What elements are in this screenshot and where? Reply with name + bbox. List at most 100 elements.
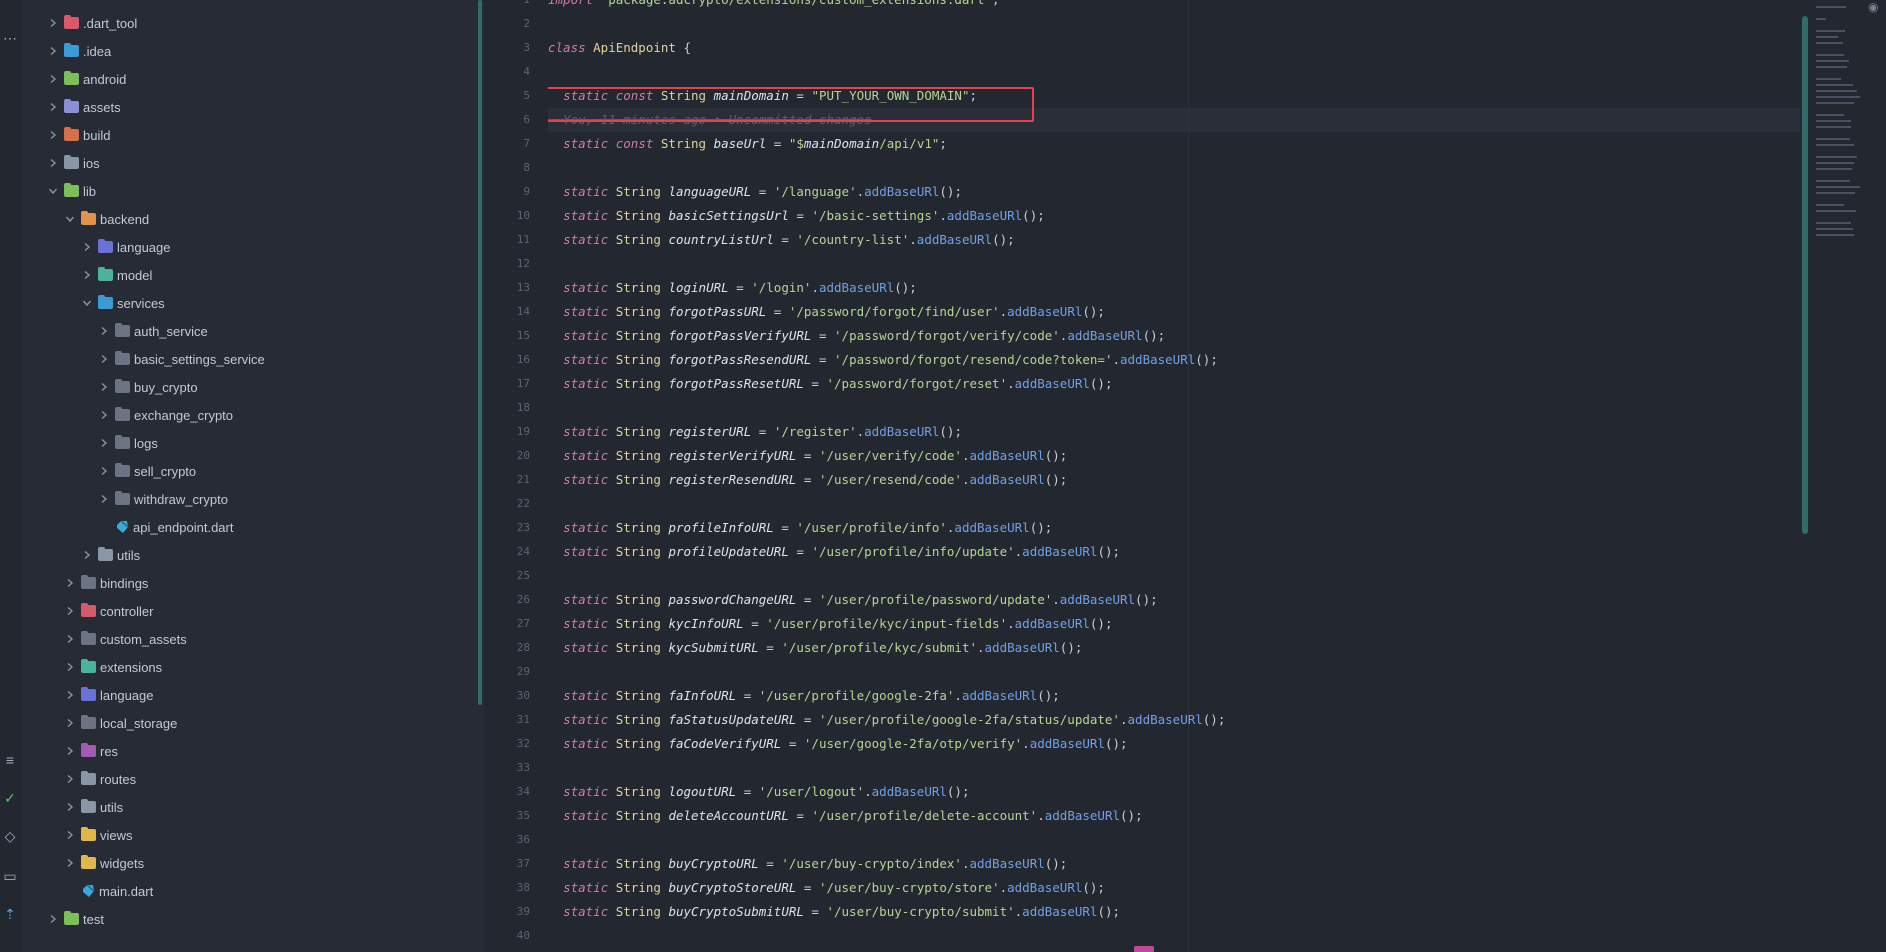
code-line[interactable]: static String forgotPassURL = '/password… (548, 300, 1105, 324)
tree-item[interactable]: extensions (63, 653, 162, 681)
chevron-right-icon[interactable] (97, 324, 111, 338)
tree-item[interactable]: .idea (46, 37, 111, 65)
gem-icon[interactable]: ◇ (2, 828, 18, 844)
chevron-right-icon[interactable] (63, 744, 77, 758)
tree-item[interactable]: services (80, 289, 165, 317)
checkmark-icon[interactable]: ✓ (2, 790, 18, 806)
tree-scrollbar[interactable] (478, 0, 482, 705)
code-line[interactable]: static String faStatusUpdateURL = '/user… (548, 708, 1225, 732)
inspection-icon[interactable]: ◉ (1868, 0, 1878, 14)
tree-item[interactable]: backend (63, 205, 149, 233)
code-line[interactable]: static String buyCryptoURL = '/user/buy-… (548, 852, 1067, 876)
chevron-right-icon[interactable] (97, 352, 111, 366)
code-line[interactable]: static String passwordChangeURL = '/user… (548, 588, 1158, 612)
chevron-right-icon[interactable] (63, 772, 77, 786)
chevron-right-icon[interactable] (80, 240, 94, 254)
tree-item[interactable]: withdraw_crypto (97, 485, 228, 513)
tree-item[interactable]: api_endpoint.dart (97, 513, 233, 541)
chevron-right-icon[interactable] (63, 828, 77, 842)
tree-item[interactable]: widgets (63, 849, 144, 877)
tree-item[interactable]: build (46, 121, 110, 149)
code-line[interactable]: static String buyCryptoStoreURL = '/user… (548, 876, 1105, 900)
tree-item[interactable]: exchange_crypto (97, 401, 233, 429)
chevron-right-icon[interactable] (46, 16, 60, 30)
code-line[interactable]: static String loginURL = '/login'.addBas… (548, 276, 917, 300)
tree-item[interactable]: basic_settings_service (97, 345, 265, 373)
tree-item[interactable]: ios (46, 149, 100, 177)
chevron-right-icon[interactable] (80, 268, 94, 282)
tree-item[interactable]: routes (63, 765, 136, 793)
chevron-right-icon[interactable] (63, 800, 77, 814)
code-line[interactable]: static String forgotPassResendURL = '/pa… (548, 348, 1218, 372)
minimap[interactable] (1812, 0, 1864, 952)
chevron-right-icon[interactable] (97, 408, 111, 422)
structure-icon[interactable]: ≡ (2, 752, 18, 768)
tree-item[interactable]: res (63, 737, 118, 765)
tree-item[interactable]: utils (63, 793, 123, 821)
code-line[interactable]: static String faInfoURL = '/user/profile… (548, 684, 1060, 708)
chevron-right-icon[interactable] (97, 380, 111, 394)
chevron-right-icon[interactable] (46, 156, 60, 170)
code-line[interactable]: static String kycSubmitURL = '/user/prof… (548, 636, 1082, 660)
chevron-right-icon[interactable] (46, 44, 60, 58)
code-line[interactable]: static String registerResendURL = '/user… (548, 468, 1067, 492)
chevron-right-icon[interactable] (97, 436, 111, 450)
chevron-right-icon[interactable] (46, 128, 60, 142)
tree-item[interactable]: auth_service (97, 317, 208, 345)
chevron-right-icon[interactable] (97, 492, 111, 506)
terminal-icon[interactable]: ▭ (2, 868, 18, 884)
tree-item[interactable]: lib (46, 177, 96, 205)
chevron-down-icon[interactable] (63, 212, 77, 226)
code-line[interactable]: static String basicSettingsUrl = '/basic… (548, 204, 1045, 228)
tree-item[interactable]: android (46, 65, 126, 93)
code-line[interactable]: static String logoutURL = '/user/logout'… (548, 780, 969, 804)
tree-item[interactable]: views (63, 821, 133, 849)
tree-item[interactable]: utils (80, 541, 140, 569)
chevron-right-icon[interactable] (63, 660, 77, 674)
chevron-down-icon[interactable] (46, 184, 60, 198)
tree-item[interactable]: controller (63, 597, 153, 625)
code-line[interactable]: static String profileInfoURL = '/user/pr… (548, 516, 1052, 540)
code-line[interactable]: static String profileUpdateURL = '/user/… (548, 540, 1120, 564)
chevron-right-icon[interactable] (63, 632, 77, 646)
tree-item[interactable]: main.dart (63, 877, 153, 905)
code-line[interactable]: static String forgotPassResetURL = '/pas… (548, 372, 1112, 396)
code-line[interactable]: static String registerVerifyURL = '/user… (548, 444, 1067, 468)
chevron-down-icon[interactable] (80, 296, 94, 310)
chevron-right-icon[interactable] (63, 576, 77, 590)
chevron-right-icon[interactable] (63, 604, 77, 618)
chevron-right-icon[interactable] (97, 464, 111, 478)
more-icon[interactable]: ⋯ (2, 30, 18, 46)
code-line[interactable]: You, 11 minutes ago • Uncommitted change… (548, 108, 872, 132)
tree-item[interactable]: assets (46, 93, 121, 121)
code-line[interactable]: static const String mainDomain = "PUT_YO… (548, 84, 977, 108)
editor-scrollbar[interactable] (1802, 16, 1808, 534)
code-line[interactable]: class ApiEndpoint { (548, 36, 691, 60)
code-line[interactable]: static String faCodeVerifyURL = '/user/g… (548, 732, 1127, 756)
code-line[interactable]: static String buyCryptoSubmitURL = '/use… (548, 900, 1120, 924)
tree-item[interactable]: bindings (63, 569, 148, 597)
tree-item[interactable]: local_storage (63, 709, 177, 737)
code-line[interactable]: static String countryListUrl = '/country… (548, 228, 1015, 252)
chevron-right-icon[interactable] (46, 72, 60, 86)
code-editor[interactable]: import 'package:adcrypto/extensions/cust… (548, 0, 1800, 952)
code-line[interactable]: static String languageURL = '/language'.… (548, 180, 962, 204)
tree-item[interactable]: buy_crypto (97, 373, 198, 401)
tree-item[interactable]: sell_crypto (97, 457, 196, 485)
chevron-right-icon[interactable] (46, 912, 60, 926)
code-line[interactable]: import 'package:adcrypto/extensions/cust… (548, 0, 1000, 12)
tree-item[interactable]: model (80, 261, 152, 289)
upload-icon[interactable]: ⇡ (2, 906, 18, 922)
chevron-right-icon[interactable] (80, 548, 94, 562)
chevron-right-icon[interactable] (63, 716, 77, 730)
tree-item[interactable]: test (46, 905, 104, 933)
code-line[interactable]: static const String baseUrl = "$mainDoma… (548, 132, 947, 156)
chevron-right-icon[interactable] (46, 100, 60, 114)
tree-item[interactable]: logs (97, 429, 158, 457)
chevron-right-icon[interactable] (63, 688, 77, 702)
tree-item[interactable]: custom_assets (63, 625, 187, 653)
code-line[interactable]: static String forgotPassVerifyURL = '/pa… (548, 324, 1165, 348)
tree-item[interactable]: .dart_tool (46, 9, 137, 37)
code-line[interactable]: static String registerURL = '/register'.… (548, 420, 962, 444)
chevron-right-icon[interactable] (63, 856, 77, 870)
